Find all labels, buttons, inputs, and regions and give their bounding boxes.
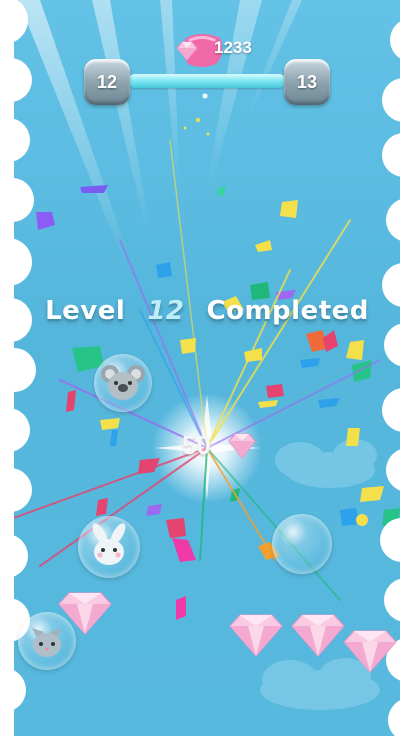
empty-bubble[interactable] (272, 514, 332, 574)
diamond-icon (58, 592, 112, 635)
game-stage: 1233 12 13 Level 12 Completed 50 (0, 0, 414, 736)
reward-amount: 50 (182, 430, 211, 460)
bunny-bubble[interactable] (78, 516, 140, 578)
diamond-icon (343, 630, 397, 673)
gem-count: 1233 (214, 38, 252, 57)
diamond-icon (291, 614, 345, 657)
reward-display: 50 (182, 430, 262, 464)
level-word: Level (45, 296, 126, 326)
koala-bubble[interactable] (94, 354, 152, 412)
cloud-border-right (380, 0, 414, 736)
level-progress-bar: 12 13 (84, 59, 330, 105)
level-number: 12 (147, 296, 185, 326)
diamond-icon (228, 433, 256, 459)
diamond-icon (229, 614, 283, 657)
bunny-icon (92, 523, 126, 565)
next-level-badge: 13 (284, 59, 330, 105)
level-completed-title: Level 12 Completed (0, 296, 414, 326)
koala-icon (101, 365, 145, 400)
progress-track (128, 74, 286, 88)
completed-word: Completed (206, 296, 369, 326)
current-level-badge: 12 (84, 59, 130, 105)
